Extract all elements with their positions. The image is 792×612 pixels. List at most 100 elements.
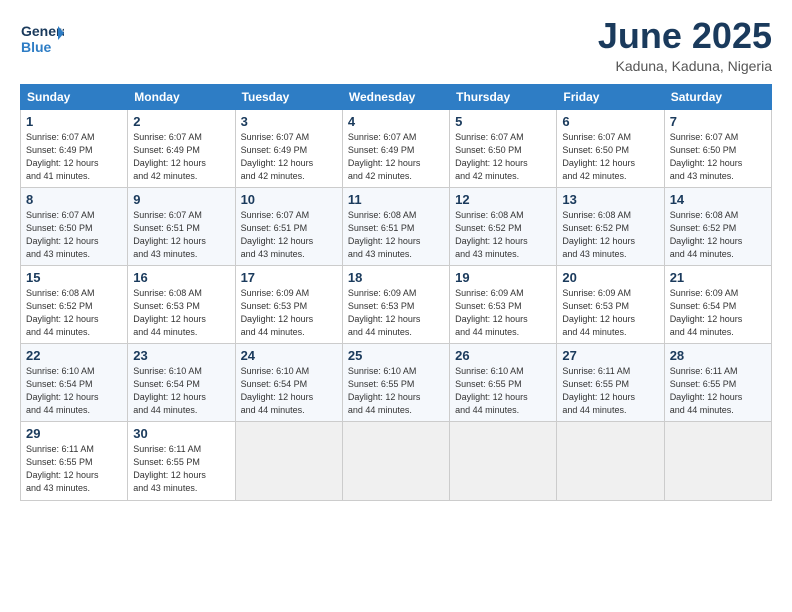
day-info: Sunrise: 6:11 AM Sunset: 6:55 PM Dayligh…	[670, 365, 766, 417]
day-info: Sunrise: 6:08 AM Sunset: 6:52 PM Dayligh…	[670, 209, 766, 261]
day-number: 15	[26, 270, 122, 285]
table-row: 11 Sunrise: 6:08 AM Sunset: 6:51 PM Dayli…	[342, 187, 449, 265]
day-number: 12	[455, 192, 551, 207]
table-row: 4 Sunrise: 6:07 AM Sunset: 6:49 PM Daylig…	[342, 109, 449, 187]
calendar-week-row: 15 Sunrise: 6:08 AM Sunset: 6:52 PM Dayli…	[21, 265, 772, 343]
table-row: 8Sunrise: 6:07 AM Sunset: 6:50 PM Daylig…	[21, 187, 128, 265]
logo-svg: General Blue	[20, 16, 64, 60]
table-row: 29 Sunrise: 6:11 AM Sunset: 6:55 PM Dayli…	[21, 422, 128, 500]
table-row	[664, 422, 771, 500]
day-info: Sunrise: 6:07 AM Sunset: 6:50 PM Dayligh…	[670, 131, 766, 183]
day-info: Sunrise: 6:07 AM Sunset: 6:49 PM Dayligh…	[241, 131, 337, 183]
table-row: 25 Sunrise: 6:10 AM Sunset: 6:55 PM Dayli…	[342, 344, 449, 422]
table-row: 28 Sunrise: 6:11 AM Sunset: 6:55 PM Dayli…	[664, 344, 771, 422]
day-number: 19	[455, 270, 551, 285]
day-number: 11	[348, 192, 444, 207]
table-row: 19 Sunrise: 6:09 AM Sunset: 6:53 PM Dayli…	[450, 265, 557, 343]
day-info: Sunrise: 6:08 AM Sunset: 6:53 PM Dayligh…	[133, 287, 229, 339]
col-saturday: Saturday	[664, 84, 771, 109]
col-monday: Monday	[128, 84, 235, 109]
table-row: 10 Sunrise: 6:07 AM Sunset: 6:51 PM Dayli…	[235, 187, 342, 265]
day-info: Sunrise: 6:11 AM Sunset: 6:55 PM Dayligh…	[133, 443, 229, 495]
calendar-week-row: 29 Sunrise: 6:11 AM Sunset: 6:55 PM Dayli…	[21, 422, 772, 500]
table-row: 20 Sunrise: 6:09 AM Sunset: 6:53 PM Dayli…	[557, 265, 664, 343]
day-number: 20	[562, 270, 658, 285]
table-row: 30 Sunrise: 6:11 AM Sunset: 6:55 PM Dayli…	[128, 422, 235, 500]
svg-text:General: General	[21, 23, 64, 39]
table-row	[557, 422, 664, 500]
table-row: 18 Sunrise: 6:09 AM Sunset: 6:53 PM Dayli…	[342, 265, 449, 343]
day-info: Sunrise: 6:10 AM Sunset: 6:54 PM Dayligh…	[133, 365, 229, 417]
logo: General Blue	[20, 16, 64, 60]
day-info: Sunrise: 6:07 AM Sunset: 6:49 PM Dayligh…	[26, 131, 122, 183]
day-info: Sunrise: 6:10 AM Sunset: 6:55 PM Dayligh…	[348, 365, 444, 417]
day-number: 18	[348, 270, 444, 285]
day-info: Sunrise: 6:07 AM Sunset: 6:49 PM Dayligh…	[348, 131, 444, 183]
location: Kaduna, Kaduna, Nigeria	[598, 58, 772, 74]
calendar-week-row: 8Sunrise: 6:07 AM Sunset: 6:50 PM Daylig…	[21, 187, 772, 265]
month-title: June 2025	[598, 16, 772, 56]
day-number: 7	[670, 114, 766, 129]
day-number: 26	[455, 348, 551, 363]
table-row	[342, 422, 449, 500]
day-info: Sunrise: 6:07 AM Sunset: 6:51 PM Dayligh…	[241, 209, 337, 261]
day-info: Sunrise: 6:07 AM Sunset: 6:51 PM Dayligh…	[133, 209, 229, 261]
table-row: 5Sunrise: 6:07 AM Sunset: 6:50 PM Daylig…	[450, 109, 557, 187]
day-number: 21	[670, 270, 766, 285]
day-number: 28	[670, 348, 766, 363]
day-info: Sunrise: 6:09 AM Sunset: 6:53 PM Dayligh…	[562, 287, 658, 339]
day-info: Sunrise: 6:07 AM Sunset: 6:50 PM Dayligh…	[562, 131, 658, 183]
col-tuesday: Tuesday	[235, 84, 342, 109]
table-row: 22Sunrise: 6:10 AM Sunset: 6:54 PM Dayli…	[21, 344, 128, 422]
day-info: Sunrise: 6:08 AM Sunset: 6:52 PM Dayligh…	[455, 209, 551, 261]
day-number: 3	[241, 114, 337, 129]
table-row: 21 Sunrise: 6:09 AM Sunset: 6:54 PM Dayli…	[664, 265, 771, 343]
day-info: Sunrise: 6:08 AM Sunset: 6:51 PM Dayligh…	[348, 209, 444, 261]
calendar-week-row: 1 Sunrise: 6:07 AM Sunset: 6:49 PM Daylig…	[21, 109, 772, 187]
day-number: 5	[455, 114, 551, 129]
day-info: Sunrise: 6:11 AM Sunset: 6:55 PM Dayligh…	[26, 443, 122, 495]
day-number: 29	[26, 426, 122, 441]
day-info: Sunrise: 6:10 AM Sunset: 6:54 PM Dayligh…	[26, 365, 122, 417]
day-number: 23	[133, 348, 229, 363]
table-row: 1 Sunrise: 6:07 AM Sunset: 6:49 PM Daylig…	[21, 109, 128, 187]
day-number: 1	[26, 114, 122, 129]
day-info: Sunrise: 6:08 AM Sunset: 6:52 PM Dayligh…	[562, 209, 658, 261]
table-row: 6Sunrise: 6:07 AM Sunset: 6:50 PM Daylig…	[557, 109, 664, 187]
table-row: 15 Sunrise: 6:08 AM Sunset: 6:52 PM Dayli…	[21, 265, 128, 343]
table-row: 12 Sunrise: 6:08 AM Sunset: 6:52 PM Dayli…	[450, 187, 557, 265]
table-row: 27 Sunrise: 6:11 AM Sunset: 6:55 PM Dayli…	[557, 344, 664, 422]
day-info: Sunrise: 6:09 AM Sunset: 6:53 PM Dayligh…	[241, 287, 337, 339]
calendar-header-row: Sunday Monday Tuesday Wednesday Thursday…	[21, 84, 772, 109]
day-number: 17	[241, 270, 337, 285]
col-friday: Friday	[557, 84, 664, 109]
day-number: 30	[133, 426, 229, 441]
table-row: 26 Sunrise: 6:10 AM Sunset: 6:55 PM Dayli…	[450, 344, 557, 422]
day-number: 4	[348, 114, 444, 129]
page: General Blue June 2025 Kaduna, Kaduna, N…	[0, 0, 792, 612]
day-number: 8	[26, 192, 122, 207]
day-number: 9	[133, 192, 229, 207]
calendar-week-row: 22Sunrise: 6:10 AM Sunset: 6:54 PM Dayli…	[21, 344, 772, 422]
day-number: 27	[562, 348, 658, 363]
table-row	[235, 422, 342, 500]
day-number: 14	[670, 192, 766, 207]
table-row: 16Sunrise: 6:08 AM Sunset: 6:53 PM Dayli…	[128, 265, 235, 343]
day-info: Sunrise: 6:09 AM Sunset: 6:54 PM Dayligh…	[670, 287, 766, 339]
table-row: 14 Sunrise: 6:08 AM Sunset: 6:52 PM Dayli…	[664, 187, 771, 265]
day-number: 10	[241, 192, 337, 207]
day-number: 24	[241, 348, 337, 363]
day-info: Sunrise: 6:11 AM Sunset: 6:55 PM Dayligh…	[562, 365, 658, 417]
day-info: Sunrise: 6:07 AM Sunset: 6:49 PM Dayligh…	[133, 131, 229, 183]
day-info: Sunrise: 6:08 AM Sunset: 6:52 PM Dayligh…	[26, 287, 122, 339]
day-info: Sunrise: 6:09 AM Sunset: 6:53 PM Dayligh…	[348, 287, 444, 339]
title-area: June 2025 Kaduna, Kaduna, Nigeria	[598, 16, 772, 74]
day-number: 25	[348, 348, 444, 363]
day-number: 2	[133, 114, 229, 129]
col-sunday: Sunday	[21, 84, 128, 109]
table-row: 17 Sunrise: 6:09 AM Sunset: 6:53 PM Dayli…	[235, 265, 342, 343]
day-info: Sunrise: 6:10 AM Sunset: 6:55 PM Dayligh…	[455, 365, 551, 417]
table-row: 23 Sunrise: 6:10 AM Sunset: 6:54 PM Dayli…	[128, 344, 235, 422]
day-info: Sunrise: 6:09 AM Sunset: 6:53 PM Dayligh…	[455, 287, 551, 339]
table-row: 24Sunrise: 6:10 AM Sunset: 6:54 PM Dayli…	[235, 344, 342, 422]
